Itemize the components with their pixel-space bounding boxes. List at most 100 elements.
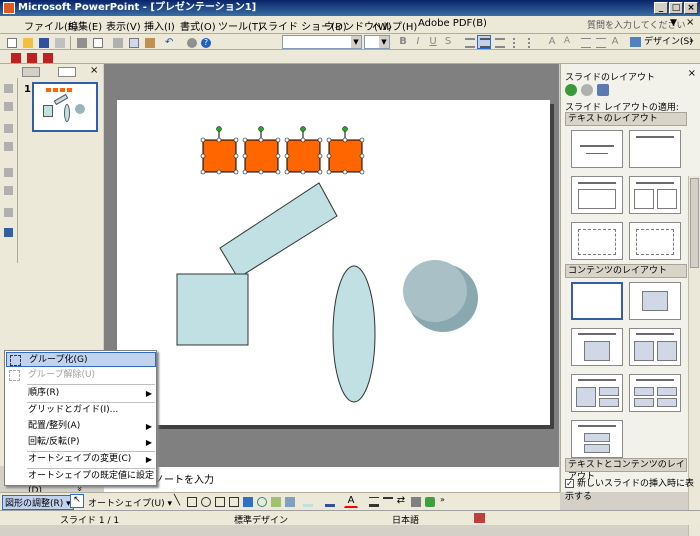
selected-orange-square[interactable] [242, 126, 281, 175]
close-button[interactable]: × [684, 2, 698, 14]
maximize-button[interactable]: □ [669, 2, 683, 14]
shadow-button[interactable]: S [441, 35, 455, 49]
pdf-mail-button[interactable] [24, 50, 38, 64]
layout-title-content[interactable] [571, 328, 623, 366]
oval-button[interactable] [198, 494, 212, 508]
expand-icon[interactable] [4, 186, 13, 195]
selected-orange-square[interactable] [200, 126, 239, 175]
font-size-combo[interactable]: ▼ [364, 35, 390, 49]
menu-help[interactable]: ヘルプ(H) [372, 18, 417, 33]
pdf-review-button[interactable] [40, 50, 54, 64]
layout-title-only[interactable] [629, 130, 681, 168]
font-color-draw-button[interactable]: A [344, 494, 358, 508]
cut-button[interactable] [110, 35, 124, 49]
numbering-button[interactable] [510, 35, 524, 49]
paste-button[interactable] [142, 35, 156, 49]
new-button[interactable] [4, 35, 18, 49]
move-up-icon[interactable] [4, 124, 13, 133]
doc-close-icon[interactable]: × [686, 17, 694, 28]
shadow-style-button[interactable] [408, 494, 422, 508]
notes-placeholder[interactable]: ノートを入力 [154, 471, 214, 486]
forward-icon[interactable] [581, 84, 593, 96]
textbox-button[interactable] [212, 494, 226, 508]
layout-title-four-content[interactable] [629, 374, 681, 412]
3d-style-button[interactable] [422, 494, 436, 508]
menu-edit[interactable]: 編集(E) [68, 18, 102, 33]
underline-button[interactable]: U [426, 35, 440, 49]
wordart-button[interactable] [240, 494, 254, 508]
font-name-combo[interactable]: ▼ [282, 35, 362, 49]
fill-color-button[interactable] [300, 494, 314, 508]
align-right-button[interactable] [492, 35, 506, 49]
line-color-button[interactable] [322, 494, 336, 508]
line-style-button[interactable] [366, 494, 380, 508]
menu-item-align[interactable]: 配置/整列(A) ▶ [6, 419, 156, 434]
square-shape[interactable] [176, 273, 249, 346]
slide-canvas[interactable] [117, 100, 550, 425]
slide-shapes[interactable] [117, 100, 550, 425]
undo-button[interactable]: ↶ [162, 35, 176, 49]
show-on-insert-checkbox[interactable]: ✓ [565, 479, 574, 488]
bold-button[interactable]: B [396, 35, 410, 49]
move-down-icon[interactable] [4, 142, 13, 151]
task-pane-close-icon[interactable]: × [688, 68, 696, 79]
minimize-button[interactable]: _ [654, 2, 668, 14]
decrease-indent-button[interactable] [578, 35, 592, 49]
collapse-icon[interactable] [4, 168, 13, 177]
align-left-button[interactable] [462, 35, 476, 49]
draw-menu-button[interactable]: 図形の調整(R) ▾ [2, 495, 74, 510]
slide-thumbnail[interactable] [32, 82, 98, 132]
menu-item-ungroup[interactable]: グループ解除(U) [6, 368, 156, 383]
layout-title-two-content[interactable] [571, 374, 623, 412]
back-icon[interactable] [565, 84, 577, 96]
permission-button[interactable] [52, 35, 66, 49]
font-color-button[interactable]: A [608, 35, 622, 49]
scroll-thumb[interactable] [690, 178, 699, 268]
print-button[interactable] [74, 35, 88, 49]
menu-item-group[interactable]: グループ化(G) [6, 352, 156, 367]
layout-content[interactable] [629, 282, 681, 320]
promote-icon[interactable] [4, 84, 13, 93]
chart-button[interactable] [184, 35, 198, 49]
notes-pane[interactable]: ノートを入力 [104, 466, 559, 492]
diagram-button[interactable] [254, 494, 268, 508]
layout-blank[interactable] [571, 282, 623, 320]
increase-indent-button[interactable] [593, 35, 607, 49]
demote-icon[interactable] [4, 102, 13, 111]
pane-close-icon[interactable]: × [90, 65, 98, 76]
font-shrink-button[interactable]: A [560, 35, 574, 49]
layout-title-slide[interactable] [571, 130, 623, 168]
selected-orange-square[interactable] [326, 126, 365, 175]
slides-tab[interactable] [58, 67, 76, 77]
selected-orange-square[interactable] [284, 126, 323, 175]
save-button[interactable] [36, 35, 50, 49]
layout-vertical-title-text[interactable] [629, 222, 681, 260]
open-button[interactable] [20, 35, 34, 49]
home-icon[interactable] [597, 84, 609, 96]
layout-two-column-text[interactable] [629, 176, 681, 214]
menu-expand-icon[interactable]: » [74, 486, 84, 492]
menu-item-set-default[interactable]: オートシェイプの既定値に設定(D) [6, 469, 156, 496]
show-on-insert-row[interactable]: ✓ 新しいスライドの挿入時に表示する [565, 476, 700, 502]
menu-item-order[interactable]: 順序(R) ▶ [6, 386, 156, 401]
bullets-button[interactable] [525, 35, 539, 49]
menu-item-change-autoshape[interactable]: オートシェイプの変更(C) ▶ [6, 452, 156, 467]
menu-insert[interactable]: 挿入(I) [144, 18, 175, 33]
cylinder-shape[interactable] [403, 260, 478, 332]
menu-tools[interactable]: ツール(T) [218, 18, 262, 33]
ask-dropdown-icon[interactable]: ▼ [670, 18, 677, 28]
layout-title-text[interactable] [571, 176, 623, 214]
rotated-rectangle[interactable] [219, 182, 338, 279]
menu-adobe-pdf[interactable]: Adobe PDF(B) [418, 18, 487, 29]
layout-vertical-text[interactable] [571, 222, 623, 260]
vertical-textbox-button[interactable] [226, 494, 240, 508]
font-grow-button[interactable]: A [545, 35, 559, 49]
arrow-style-button[interactable]: ⇄ [394, 494, 408, 508]
show-formatting-icon[interactable] [4, 228, 13, 237]
autoshape-menu-button[interactable]: オートシェイプ(U) ▾ [88, 496, 172, 509]
convert-pdf-button[interactable] [8, 50, 22, 64]
menu-format[interactable]: 書式(O) [180, 18, 216, 33]
menu-view[interactable]: 表示(V) [106, 18, 141, 33]
copy-button[interactable] [126, 35, 140, 49]
menu-item-rotate[interactable]: 回転/反転(P) ▶ [6, 435, 156, 450]
